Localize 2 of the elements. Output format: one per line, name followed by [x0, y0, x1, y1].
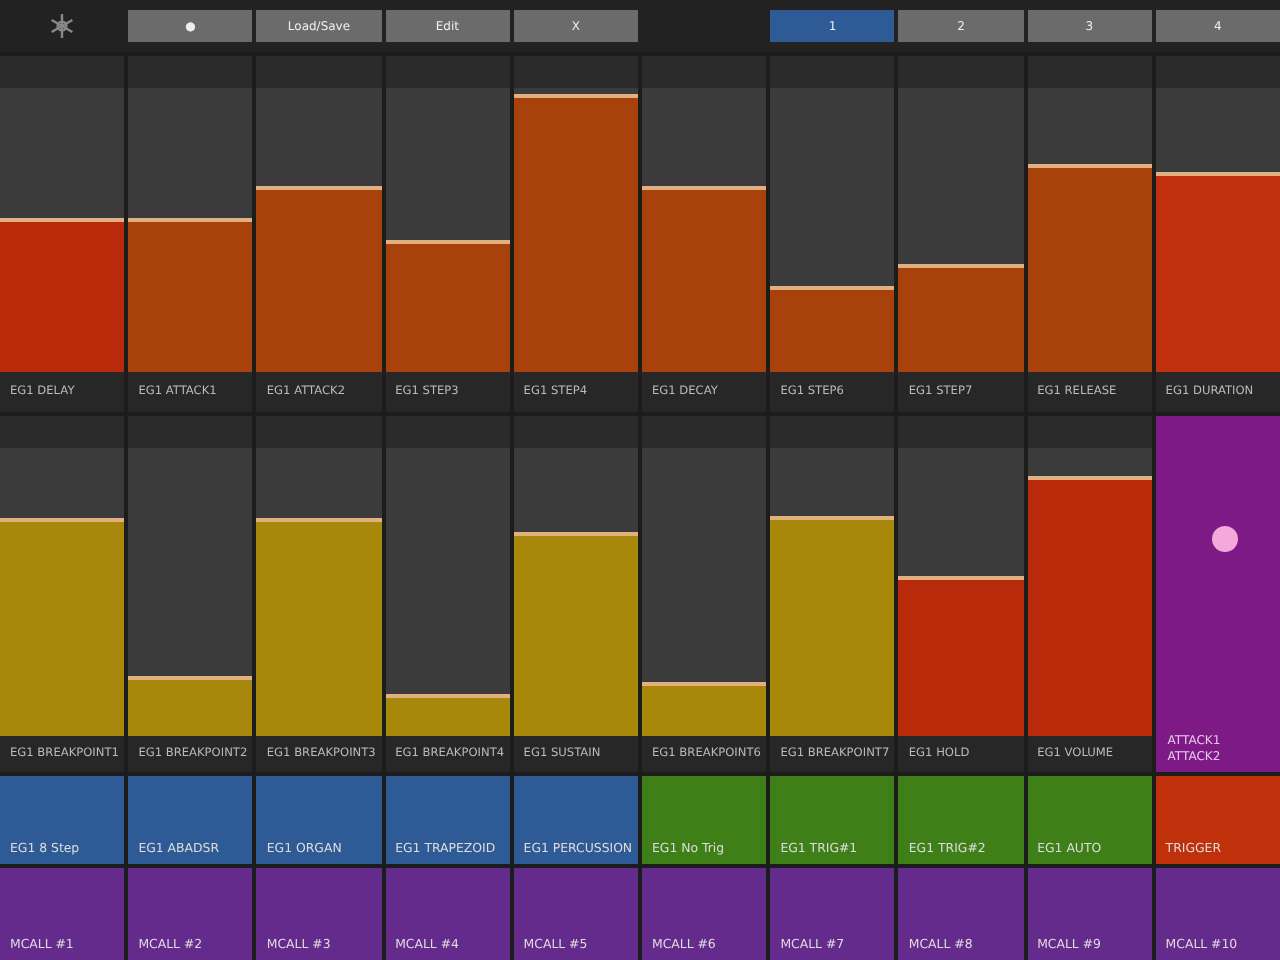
- pad-cursor-handle[interactable]: [1211, 526, 1238, 552]
- asterisk-icon[interactable]: [48, 12, 77, 40]
